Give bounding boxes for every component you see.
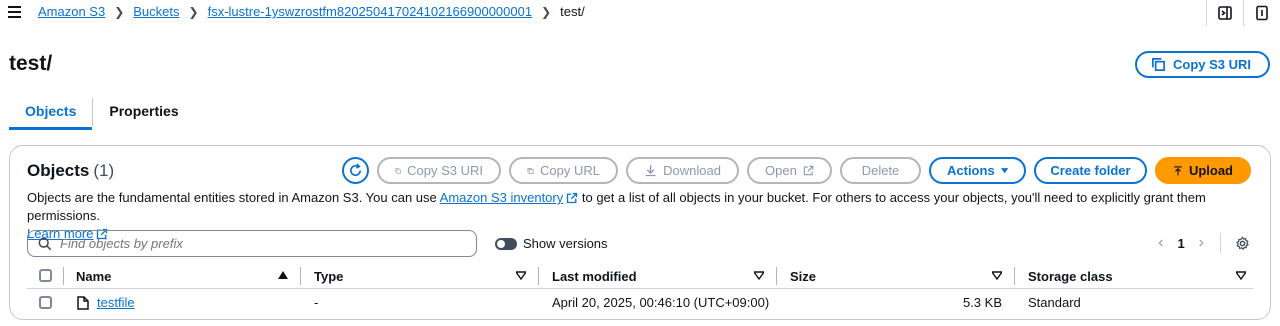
tab-properties[interactable]: Properties [93,98,194,130]
chevron-right-icon[interactable]: › [1199,234,1204,252]
table-row[interactable]: testfile - April 20, 2025, 00:46:10 (UTC… [27,290,1253,316]
download-label: Download [663,163,721,178]
column-divider [63,267,64,285]
page-title: test/ [9,52,53,75]
objects-count: (1) [93,161,115,180]
breadcrumb-current: test/ [560,4,585,19]
sort-icon[interactable] [516,271,526,280]
column-divider [1014,267,1015,285]
copy-url-button[interactable]: Copy URL [509,157,618,184]
row-checkbox[interactable] [39,296,52,309]
panel-icon[interactable] [1207,0,1243,26]
menu-icon[interactable] [8,4,24,20]
download-button[interactable]: Download [626,157,739,184]
column-header-storage-class[interactable]: Storage class [1028,269,1113,284]
actions-label: Actions [947,163,995,178]
info-icon[interactable] [1244,0,1280,26]
open-button[interactable]: Open [747,157,832,184]
external-link-icon [567,192,578,204]
create-folder-button[interactable]: Create folder [1034,157,1147,184]
copy-s3-uri-label: Copy S3 URI [407,163,483,178]
column-divider [538,267,539,285]
objects-panel: Objects (1) Copy S3 URI Copy URL Download… [9,145,1271,320]
chevron-left-icon[interactable]: ‹ [1158,234,1163,252]
table-header: Name Type Last modified Size Storage cla… [27,265,1253,289]
copy-s3-uri-header-label: Copy S3 URI [1172,57,1251,72]
search-input[interactable] [60,236,440,251]
upload-button[interactable]: Upload [1155,157,1251,184]
object-size: 5.3 KB [962,295,1002,310]
column-divider [776,267,777,285]
object-type: - [314,295,319,310]
upload-icon [1174,165,1182,175]
object-last-modified: April 20, 2025, 00:46:10 (UTC+09:00) [552,295,770,310]
chevron-right-icon: ❯ [114,4,125,19]
open-label: Open [765,163,797,178]
page-number[interactable]: 1 [1177,236,1184,251]
upload-label: Upload [1188,163,1233,178]
refresh-button[interactable] [342,157,369,184]
column-header-size[interactable]: Size [790,269,816,284]
copy-url-label: Copy URL [540,163,600,178]
show-versions-label: Show versions [523,236,608,251]
download-icon [645,164,656,176]
chevron-right-icon: ❯ [541,4,552,19]
copy-icon [1152,58,1165,71]
tabs: Objects Properties [9,98,195,130]
description-prefix: Objects are the fundamental entities sto… [27,190,437,205]
top-bar: Amazon S3 ❯ Buckets ❯ fsx-lustre-1yswzro… [0,0,1280,26]
chevron-right-icon: ❯ [188,4,199,19]
copy-s3-uri-header-button[interactable]: Copy S3 URI [1134,51,1270,78]
pagination: ‹ 1 › [1158,233,1250,253]
inventory-link[interactable]: Amazon S3 inventory [440,190,564,205]
copy-s3-uri-button[interactable]: Copy S3 URI [377,157,501,184]
divider [1220,233,1221,253]
settings-icon[interactable] [1235,235,1250,251]
file-icon [77,296,89,310]
breadcrumb-buckets[interactable]: Buckets [133,4,179,19]
delete-button[interactable]: Delete [840,157,921,184]
show-versions: Show versions [495,236,608,251]
select-all-checkbox[interactable] [39,269,52,282]
sort-icon[interactable] [754,271,764,280]
actions-dropdown-button[interactable]: Actions [929,157,1026,184]
search-icon [38,237,52,250]
objects-panel-title: Objects (1) [27,161,114,181]
breadcrumb-bucket[interactable]: fsx-lustre-1yswzrostfm820250417024102166… [208,4,533,19]
caret-down-icon [1000,167,1008,173]
column-header-name[interactable]: Name [76,269,111,284]
refresh-icon [350,163,362,177]
sort-icon[interactable] [992,271,1002,280]
objects-actions: Copy S3 URI Copy URL Download Open Delet… [342,157,1251,184]
tab-objects[interactable]: Objects [9,98,93,130]
column-divider [300,267,301,285]
breadcrumb: Amazon S3 ❯ Buckets ❯ fsx-lustre-1yswzro… [38,4,585,19]
external-link-icon [803,165,814,176]
sort-ascending-icon[interactable] [278,271,288,280]
object-storage-class: Standard [1028,295,1081,310]
search-field[interactable] [27,230,477,257]
copy-icon [527,167,534,174]
show-versions-toggle[interactable] [495,237,517,250]
objects-title: Objects [27,161,90,180]
column-header-type[interactable]: Type [314,269,343,284]
sort-icon[interactable] [1236,271,1246,280]
column-header-last-modified[interactable]: Last modified [552,269,637,284]
copy-icon [395,167,401,174]
object-name-link[interactable]: testfile [97,295,135,310]
breadcrumb-amazon-s3[interactable]: Amazon S3 [38,4,105,19]
